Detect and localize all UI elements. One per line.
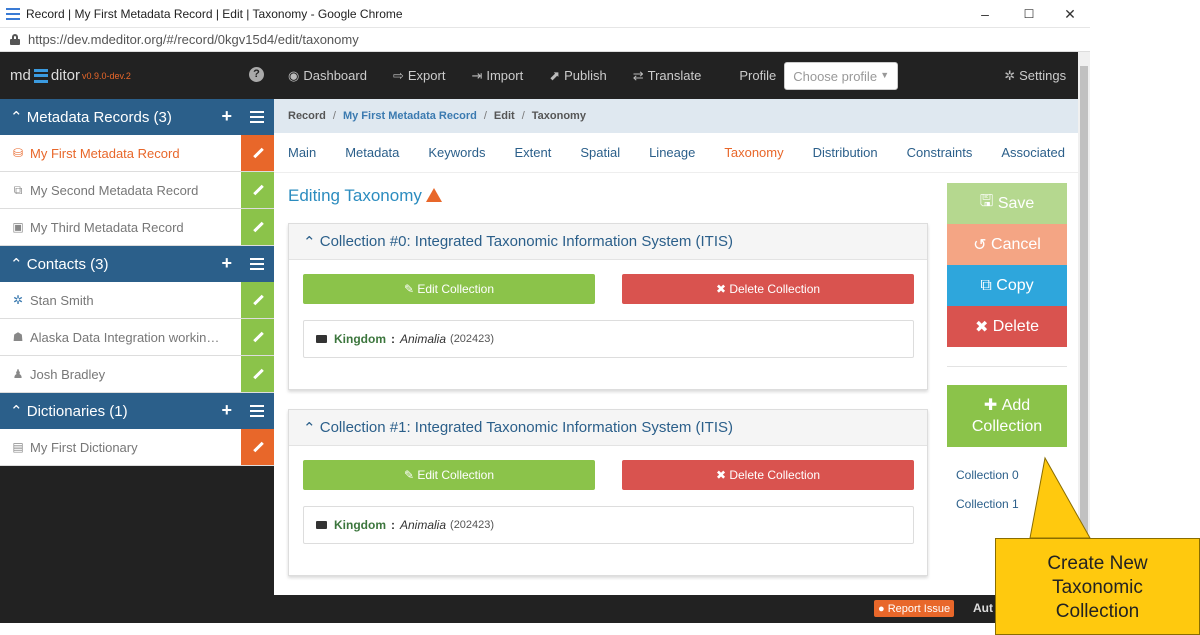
callout-box: Create New Taxonomic Collection	[995, 538, 1200, 635]
